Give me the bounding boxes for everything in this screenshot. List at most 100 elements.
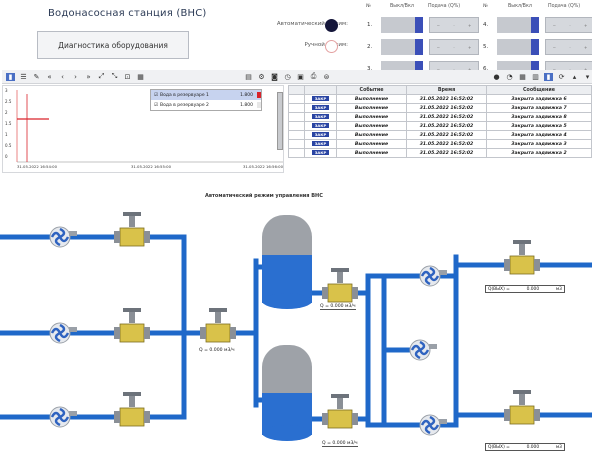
prev-icon[interactable]: ‹ bbox=[58, 73, 67, 81]
valve-icon[interactable] bbox=[114, 392, 150, 427]
list-icon[interactable]: ☰ bbox=[19, 73, 28, 81]
bars-icon[interactable]: ▮ bbox=[6, 72, 15, 81]
refresh-icon[interactable]: ⟳ bbox=[557, 73, 566, 81]
scroll-down-icon[interactable]: ▾ bbox=[583, 73, 592, 81]
settings-icon[interactable]: ⚙ bbox=[257, 73, 266, 81]
print-icon[interactable]: ⎙ bbox=[309, 72, 318, 81]
status-badge: ЗАКР bbox=[311, 141, 330, 146]
valve-icon[interactable] bbox=[322, 394, 358, 429]
calendar-icon[interactable]: ▦ bbox=[518, 73, 527, 81]
columns-icon[interactable]: ▮ bbox=[544, 72, 553, 81]
row-time: 31.05.2022 16:52:02 bbox=[406, 130, 487, 140]
legend-value: 1.800 bbox=[240, 102, 253, 108]
valve-icon[interactable] bbox=[504, 240, 540, 275]
plus-icon[interactable]: + bbox=[468, 45, 471, 50]
col-event[interactable]: Событие bbox=[336, 85, 407, 95]
valve-icon[interactable] bbox=[322, 268, 358, 303]
scroll-up-icon[interactable]: ▴ bbox=[570, 73, 579, 81]
db-icon[interactable]: ▥ bbox=[531, 73, 540, 81]
legend-name: Вода в резервуаре 1 bbox=[160, 92, 209, 98]
pump-on-indicator bbox=[415, 17, 423, 33]
row-time: 31.05.2022 16:52:02 bbox=[406, 139, 487, 149]
valve-icon[interactable] bbox=[114, 308, 150, 343]
row-check[interactable] bbox=[288, 148, 305, 158]
status-badge: ЗАКР bbox=[311, 150, 330, 155]
diagnostics-button[interactable]: Диагностика оборудования bbox=[37, 31, 189, 59]
row-check[interactable] bbox=[288, 130, 305, 140]
checkbox-icon[interactable]: ☑ bbox=[154, 103, 158, 108]
table-row[interactable]: ЗАКР Выполнение 31.05.2022 16:52:02 Закр… bbox=[288, 139, 592, 149]
plus-icon[interactable]: + bbox=[584, 23, 587, 28]
filter-icon[interactable]: ⊜ bbox=[322, 73, 331, 81]
trend-scrollbar[interactable] bbox=[277, 92, 283, 150]
minus-icon[interactable]: − bbox=[553, 45, 556, 50]
legend-swatch bbox=[257, 102, 261, 108]
valve-icon[interactable] bbox=[200, 308, 236, 343]
row-time: 31.05.2022 16:52:02 bbox=[406, 148, 487, 158]
manual-mode-radio[interactable] bbox=[325, 40, 338, 53]
row-check[interactable] bbox=[288, 121, 305, 131]
col-message[interactable]: Сообщение bbox=[486, 85, 592, 95]
trend-toolbar: ▮ ☰ ✎ « ‹ › » ⤢ ⤡ ⊡ ▦ ▤ ⚙ ◙ ◷ bbox=[2, 70, 292, 84]
row-check[interactable] bbox=[288, 139, 305, 149]
row-event: Выполнение bbox=[336, 112, 407, 122]
legend-item-2[interactable]: ☑ Вода в резервуаре 2 1.800 bbox=[151, 100, 261, 110]
table-row[interactable]: ЗАКР Выполнение 31.05.2022 16:52:02 Закр… bbox=[288, 121, 592, 131]
table-row[interactable]: ЗАКР Выполнение 31.05.2022 16:52:02 Закр… bbox=[288, 112, 592, 122]
table-icon[interactable]: ▤ bbox=[244, 73, 253, 81]
camera-icon[interactable]: ◙ bbox=[270, 73, 279, 81]
row-check[interactable] bbox=[288, 94, 305, 104]
legend-swatch bbox=[257, 92, 261, 98]
next-icon[interactable]: › bbox=[71, 73, 80, 81]
pump-supply-stepper[interactable]: − · + bbox=[545, 17, 592, 33]
grid-icon[interactable]: ▦ bbox=[136, 73, 145, 81]
alarm-icon[interactable]: ● bbox=[492, 73, 501, 81]
flow-tank2-readout: Q = 0.000 м3/ч bbox=[322, 441, 358, 447]
plus-icon[interactable]: + bbox=[584, 45, 587, 50]
valve-icon[interactable] bbox=[114, 212, 150, 247]
row-check[interactable] bbox=[288, 112, 305, 122]
auto-mode-radio[interactable] bbox=[325, 19, 338, 32]
pump-icon[interactable] bbox=[409, 339, 437, 361]
table-row[interactable]: ЗАКР Выполнение 31.05.2022 16:52:02 Закр… bbox=[288, 148, 592, 158]
history-icon[interactable]: ◔ bbox=[505, 73, 514, 81]
zoom-reset-icon[interactable]: ⊡ bbox=[123, 73, 132, 81]
valve-icon[interactable] bbox=[504, 390, 540, 425]
y-tick: 3 bbox=[5, 88, 8, 93]
row-state: ЗАКР bbox=[304, 121, 337, 131]
zoom-in-icon[interactable]: ⤢ bbox=[97, 72, 106, 81]
pump-supply-stepper[interactable]: − · + bbox=[545, 39, 592, 55]
row-event: Выполнение bbox=[336, 121, 407, 131]
row-message: Закрыта задвижка 5 bbox=[486, 121, 592, 131]
table-row[interactable]: ЗАКР Выполнение 31.05.2022 16:52:02 Закр… bbox=[288, 94, 592, 104]
table-row[interactable]: ЗАКР Выполнение 31.05.2022 16:52:02 Закр… bbox=[288, 130, 592, 140]
clock-icon[interactable]: ◷ bbox=[283, 73, 292, 81]
row-time: 31.05.2022 16:52:02 bbox=[406, 112, 487, 122]
pen-icon[interactable]: ✎ bbox=[32, 73, 41, 81]
legend-item-1[interactable]: ☑ Вода в резервуаре 1 1.800 bbox=[151, 90, 261, 100]
event-table: Событие Время Сообщение ЗАКР Выполнение … bbox=[288, 85, 592, 177]
row-time: 31.05.2022 16:52:02 bbox=[406, 121, 487, 131]
row-check[interactable] bbox=[288, 103, 305, 113]
col-time[interactable]: Время bbox=[406, 85, 487, 95]
col-state[interactable] bbox=[304, 85, 337, 95]
table-row[interactable]: ЗАКР Выполнение 31.05.2022 16:52:02 Закр… bbox=[288, 103, 592, 113]
forward-icon[interactable]: » bbox=[84, 73, 93, 81]
minus-icon[interactable]: − bbox=[553, 23, 556, 28]
minus-icon[interactable]: − bbox=[437, 23, 440, 28]
plus-icon[interactable]: + bbox=[468, 23, 471, 28]
zoom-out-icon[interactable]: ⤡ bbox=[110, 72, 119, 81]
value-mark: · bbox=[569, 44, 571, 50]
minus-icon[interactable]: − bbox=[437, 45, 440, 50]
events-toolbar: ▣ ⎙ ⊜ ● ◔ ▦ ▥ ▮ ⟳ ▴ ▾ bbox=[292, 70, 592, 84]
export-icon[interactable]: ▣ bbox=[296, 73, 305, 81]
y-tick: 0 bbox=[5, 154, 8, 159]
status-badge: ЗАКР bbox=[311, 96, 330, 101]
checkbox-icon[interactable]: ☑ bbox=[154, 93, 158, 98]
col-check[interactable] bbox=[288, 85, 305, 95]
y-tick: 2 bbox=[5, 110, 8, 115]
pump-supply-stepper[interactable]: − · + bbox=[429, 39, 479, 55]
rewind-icon[interactable]: « bbox=[45, 73, 54, 81]
out1-label: Q(ВЫХ) = bbox=[488, 286, 510, 292]
pump-supply-stepper[interactable]: − · + bbox=[429, 17, 479, 33]
